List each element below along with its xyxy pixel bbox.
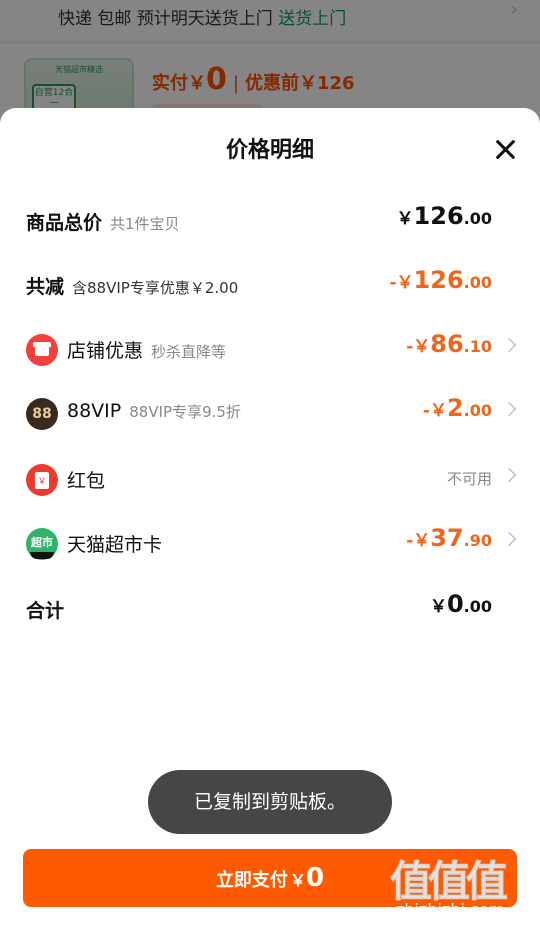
row-amount: ￥126.00 — [397, 202, 492, 230]
row-label-text: 店铺优惠 — [67, 340, 144, 362]
row-sub-text: 88VIP专享9.5折 — [129, 403, 241, 421]
currency-symbol: ￥ — [429, 597, 447, 617]
red-packet-icon-glyph: ￥ — [37, 477, 47, 487]
amount-integer: 0 — [446, 590, 464, 618]
amount-decimal: .00 — [463, 597, 492, 616]
vip-88-icon: 88 — [26, 398, 58, 430]
unavailable-status: 不可用 — [446, 470, 492, 488]
chevron-right-icon — [501, 337, 517, 353]
row-total-discount: 共减 含88VIP专享优惠￥2.00 -￥126.00 — [0, 260, 540, 310]
row-label: 88VIP 88VIP专享9.5折 — [67, 400, 241, 422]
row-sub-text: 含88VIP专享优惠￥2.00 — [72, 279, 239, 297]
pay-button-label: 立即支付 — [215, 870, 288, 891]
currency-symbol: -￥ — [389, 273, 414, 293]
amount-integer: 2 — [446, 394, 464, 422]
row-sub-text: 共1件宝贝 — [110, 215, 180, 233]
row-amount: -￥2.00 — [423, 394, 492, 422]
currency-symbol: -￥ — [406, 337, 431, 357]
sheet-title: 价格明细 — [225, 138, 314, 163]
row-amount: -￥37.90 — [406, 524, 492, 552]
row-label-text: 天猫超市卡 — [67, 534, 163, 556]
row-amount: -￥86.10 — [406, 330, 492, 358]
shop-icon — [26, 334, 58, 366]
amount-decimal: .00 — [463, 273, 492, 292]
red-packet-icon: ￥ — [26, 464, 58, 496]
row-red-packet[interactable]: ￥ 红包 不可用 — [0, 454, 540, 504]
row-label: 商品总价 共1件宝贝 — [26, 208, 180, 235]
chevron-right-icon — [501, 531, 517, 547]
row-label: 天猫超市卡 — [67, 530, 162, 557]
currency-symbol: ￥ — [396, 209, 414, 229]
copied-toast: 已复制到剪贴板。 — [148, 770, 392, 834]
row-label-text: 商品总价 — [26, 212, 103, 234]
row-total-goods: 商品总价 共1件宝贝 ￥126.00 — [0, 196, 540, 246]
watermark-url: zhizhizhi.com — [396, 900, 505, 919]
row-label-text: 共减 — [26, 276, 65, 298]
amount-decimal: .00 — [463, 401, 492, 420]
pay-button-amount: 0 — [305, 863, 325, 893]
row-label: 红包 — [67, 466, 105, 493]
row-label: 店铺优惠 秒杀直降等 — [67, 336, 226, 363]
row-88vip[interactable]: 88 88VIP 88VIP专享9.5折 -￥2.00 — [0, 388, 540, 438]
amount-integer: 126 — [413, 202, 464, 230]
row-tmall-card[interactable]: 超市 天猫超市卡 -￥37.90 — [0, 518, 540, 568]
row-amount: -￥126.00 — [389, 266, 492, 294]
row-label: 共减 含88VIP专享优惠￥2.00 — [26, 272, 238, 299]
amount-integer: 126 — [413, 266, 464, 294]
tmall-supermarket-card-icon: 超市 — [26, 528, 58, 560]
currency-symbol: -￥ — [422, 401, 447, 421]
currency-symbol: -￥ — [406, 531, 431, 551]
row-grand-total: 合计 ￥0.00 — [0, 584, 540, 634]
amount-integer: 37 — [430, 524, 464, 552]
row-shop-discount[interactable]: 店铺优惠 秒杀直降等 -￥86.10 — [0, 324, 540, 374]
currency-symbol: ￥ — [289, 871, 306, 890]
chevron-right-icon — [501, 467, 517, 483]
row-label-text: 合计 — [26, 600, 65, 622]
row-amount: ￥0.00 — [430, 590, 492, 618]
amount-integer: 86 — [430, 330, 464, 358]
watermark: 值值值 zhizhizhi.com — [389, 848, 530, 920]
chevron-right-icon — [501, 401, 517, 417]
row-sub-text: 秒杀直降等 — [151, 343, 227, 361]
amount-decimal: .00 — [463, 209, 492, 228]
amount-decimal: .10 — [463, 337, 492, 356]
row-label-text: 红包 — [67, 470, 106, 492]
row-label-text: 88VIP — [67, 400, 122, 422]
close-icon[interactable] — [494, 138, 516, 160]
amount-decimal: .90 — [463, 531, 492, 550]
row-label: 合计 — [26, 596, 64, 623]
